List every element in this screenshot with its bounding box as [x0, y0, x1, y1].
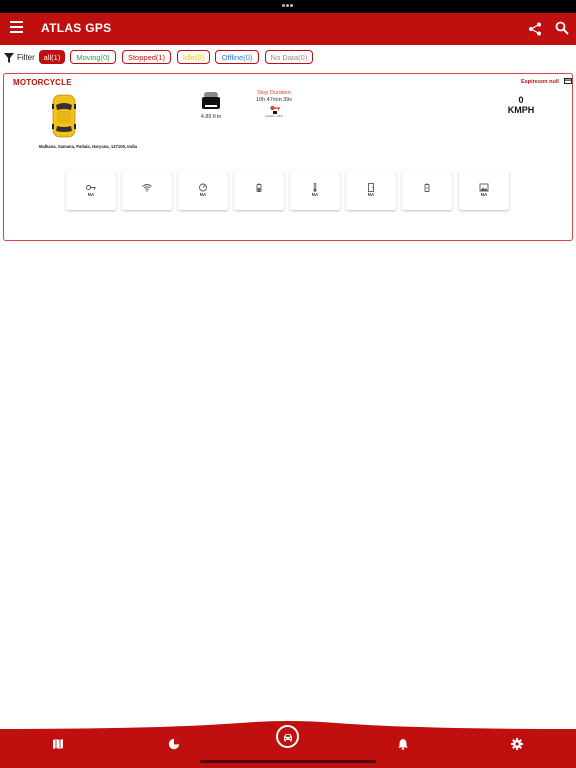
- door-icon: [368, 183, 374, 192]
- speed-unit: KMPH: [507, 105, 535, 115]
- sensor-value: NA: [199, 192, 207, 197]
- sensor-battery[interactable]: [234, 171, 284, 210]
- chip-moving[interactable]: Moving(0): [70, 50, 116, 64]
- filter-label: Filter: [17, 53, 35, 62]
- sensor-temperature[interactable]: NA: [290, 171, 340, 210]
- menu-icon[interactable]: [10, 21, 24, 35]
- odometer-icon: [202, 92, 220, 109]
- battery-icon: [256, 183, 262, 192]
- car-icon: [284, 734, 292, 742]
- filter-icon[interactable]: [4, 53, 14, 63]
- vehicle-address: Malkana, Samana, Patiala, Haryana, 14710…: [39, 144, 137, 149]
- bell-icon[interactable]: [397, 738, 409, 750]
- speed-value: 0: [518, 95, 524, 105]
- chip-stopped[interactable]: Stopped(1): [122, 50, 171, 64]
- gauge-icon: [199, 183, 207, 192]
- bottom-nav: [0, 721, 576, 768]
- vehicle-name: MOTORCYCLE: [13, 78, 72, 87]
- pie-chart-icon[interactable]: [168, 738, 180, 750]
- sensor-door[interactable]: NA: [346, 171, 396, 210]
- chip-all[interactable]: all(1): [39, 50, 65, 64]
- stop-duration-value: 10h 47min 39s: [255, 97, 293, 103]
- vehicle-card[interactable]: MOTORCYCLE Malkana, Samana, Patiala, Har…: [3, 73, 573, 241]
- vehicles-fab[interactable]: [276, 725, 299, 748]
- ignition-status-text: Ignition: OFF: [265, 114, 283, 118]
- speed-readout: 0 KMPH: [503, 95, 539, 115]
- gear-icon[interactable]: [511, 738, 523, 750]
- app-title: ATLAS GPS: [41, 21, 112, 35]
- app-bar: ATLAS GPS: [0, 13, 576, 45]
- search-icon[interactable]: [555, 21, 569, 35]
- status-bar: [0, 0, 576, 13]
- chip-idle[interactable]: Idle(0): [177, 50, 210, 64]
- chip-no-data[interactable]: No Data(0): [265, 50, 313, 64]
- filter-bar: Filter all(1) Moving(0) Stopped(1) Idle(…: [0, 49, 576, 67]
- sensor-value: NA: [367, 192, 375, 197]
- expiry-label: Expireson null: [521, 79, 559, 85]
- home-indicator[interactable]: [200, 760, 376, 763]
- thermometer-icon: [313, 183, 317, 192]
- sensor-fuel[interactable]: NA: [178, 171, 228, 210]
- sensor-value: NA: [480, 192, 488, 197]
- card-icon[interactable]: [564, 78, 572, 84]
- sensor-value: NA: [87, 192, 95, 197]
- sensor-power[interactable]: [402, 171, 452, 210]
- chip-offline[interactable]: Offline(0): [215, 50, 259, 64]
- power-icon: [424, 183, 430, 192]
- image-icon: [479, 183, 489, 192]
- sensor-ignition[interactable]: NA: [66, 171, 116, 210]
- wifi-icon: [142, 184, 152, 192]
- stop-duration-label: Stop Duration: [257, 90, 291, 96]
- share-icon[interactable]: [528, 22, 542, 36]
- map-icon[interactable]: [52, 738, 64, 750]
- key-icon: [86, 185, 96, 190]
- odometer-value: 4.89 Km: [200, 114, 222, 120]
- sensor-camera[interactable]: NA: [459, 171, 509, 210]
- multitask-dots[interactable]: [282, 4, 294, 8]
- car-icon: [52, 94, 76, 138]
- sensor-network[interactable]: [122, 171, 172, 210]
- sensor-value: NA: [311, 192, 319, 197]
